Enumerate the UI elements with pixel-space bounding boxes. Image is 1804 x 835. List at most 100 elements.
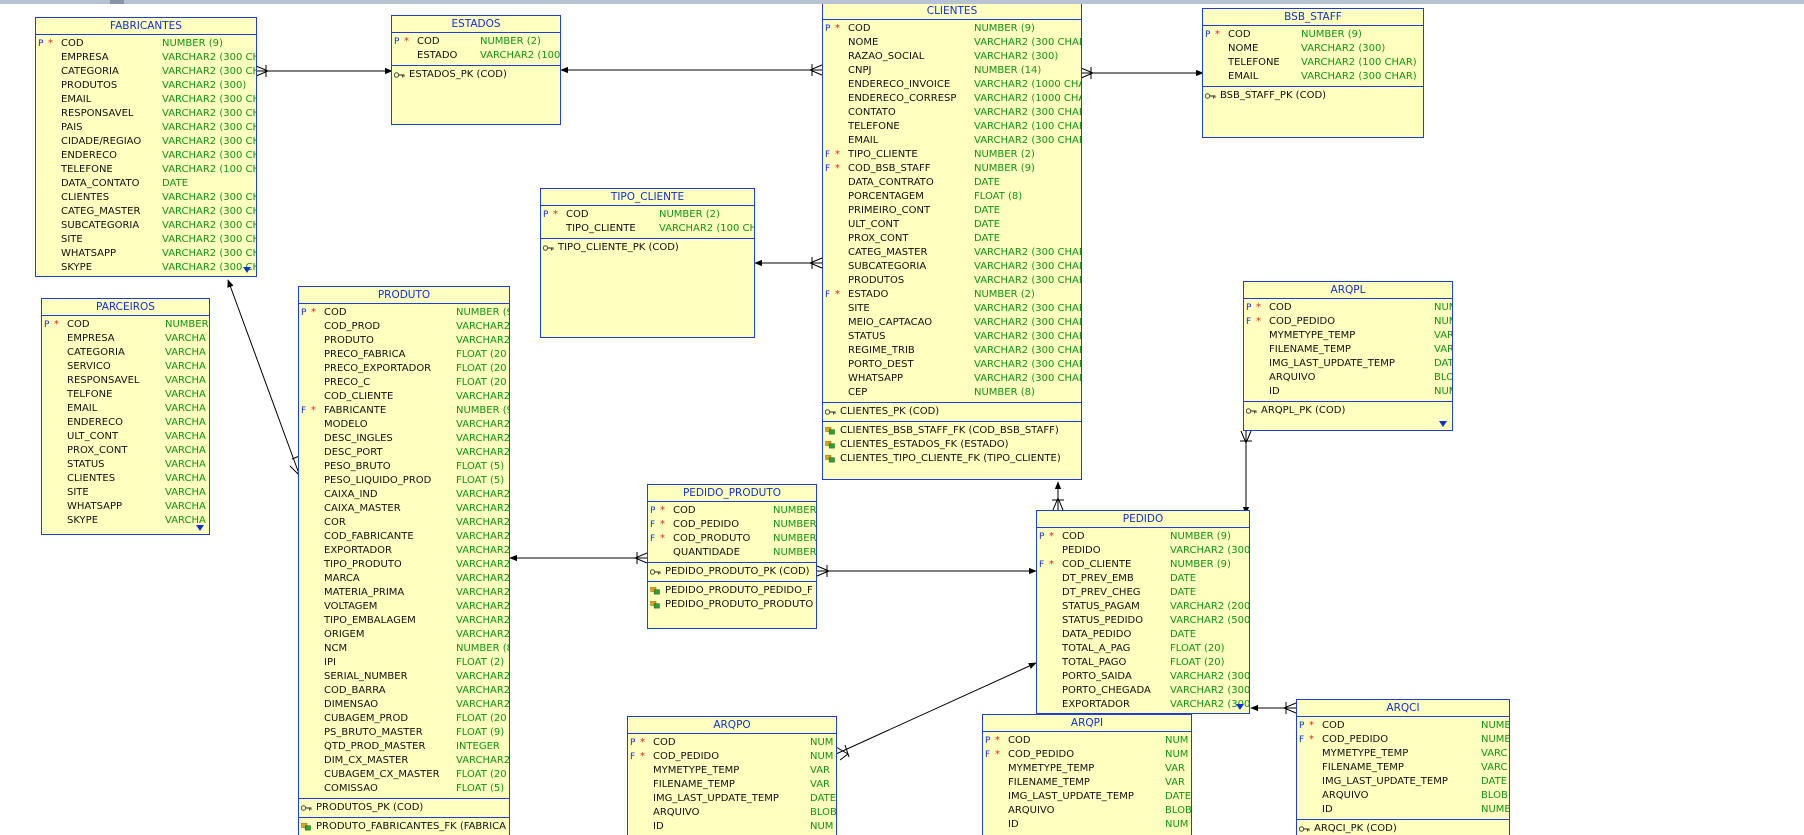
table-title[interactable]: ARQPI	[983, 715, 1191, 732]
column-row[interactable]: COD_BARRA VARCHAR2	[299, 684, 509, 698]
column-row[interactable]: DT_PREV_CHEG DATE	[1037, 586, 1249, 600]
table-title[interactable]: TIPO_CLIENTE	[541, 189, 754, 206]
table-estados[interactable]: ESTADOS P * COD NUMBER (2) ESTADO VARCHAR2 (10…	[391, 15, 561, 125]
column-row[interactable]: CATEGORIA VARCHA	[42, 346, 209, 360]
column-row[interactable]: PRECO_C FLOAT (20	[299, 376, 509, 390]
column-row[interactable]: COD_CLIENTE VARCHAR2	[299, 390, 509, 404]
column-row[interactable]: PROX_CONT DATE	[823, 232, 1081, 246]
column-row[interactable]: P * COD NUM	[983, 734, 1191, 748]
column-row[interactable]: TOTAL_A_PAG FLOAT (20)	[1037, 642, 1249, 656]
column-row[interactable]: IMG_LAST_UPDATE_TEMP DATE	[983, 790, 1191, 804]
table-parceiros[interactable]: PARCEIROS P * COD NUMBER EMPRESA VARCHA CATEGOR…	[41, 298, 210, 535]
column-row[interactable]: IMG_LAST_UPDATE_TEMP DATE	[1244, 357, 1452, 371]
column-row[interactable]: F * COD_PEDIDO NUM	[983, 748, 1191, 762]
column-row[interactable]: ULT_CONT VARCHA	[42, 430, 209, 444]
column-row[interactable]: QUANTIDADE NUMBER	[648, 546, 816, 560]
column-row[interactable]: STATUS_PEDIDO VARCHAR2 (500	[1037, 614, 1249, 628]
table-title[interactable]: PRODUTO	[299, 287, 509, 304]
column-row[interactable]: CONTATO VARCHAR2 (300 CHAR	[823, 106, 1081, 120]
column-row[interactable]: SKYPE VARCHA	[42, 514, 209, 528]
column-row[interactable]: CATEG_MASTER VARCHAR2 (300 CHAR	[823, 246, 1081, 260]
table-fabricantes[interactable]: FABRICANTES P * COD NUMBER (9) EMPRESA VARCHAR…	[35, 17, 257, 277]
column-row[interactable]: PESO_LIQUIDO_PROD FLOAT (5)	[299, 474, 509, 488]
column-row[interactable]: RESPONSAVEL VARCHA	[42, 374, 209, 388]
column-row[interactable]: TELEFONE VARCHAR2 (100 CHAR)	[1203, 56, 1423, 70]
column-row[interactable]: SKYPE VARCHAR2 (300 CH	[36, 261, 256, 275]
column-row[interactable]: VOLTAGEM VARCHAR2	[299, 600, 509, 614]
column-row[interactable]: COD_FABRICANTE VARCHAR2	[299, 530, 509, 544]
column-row[interactable]: ENDERECO_CORRESP VARCHAR2 (1000 CHA	[823, 92, 1081, 106]
column-row[interactable]: F * COD_CLIENTE NUMBER (9)	[1037, 558, 1249, 572]
column-row[interactable]: P * COD NUMB	[1297, 719, 1509, 733]
primary-key-row[interactable]: PRODUTOS_PK (COD)	[299, 801, 509, 815]
table-produto[interactable]: PRODUTO P * COD NUMBER (9 COD_PROD VARCHAR2 PRO…	[298, 286, 510, 835]
column-row[interactable]: WHATSAPP VARCHAR2 (300 CH	[36, 247, 256, 261]
column-row[interactable]: EMAIL VARCHA	[42, 402, 209, 416]
column-row[interactable]: CUBAGEM_PROD FLOAT (20	[299, 712, 509, 726]
scroll-down-icon[interactable]	[1439, 421, 1447, 427]
foreign-key-row[interactable]: PRODUTO_FABRICANTES_FK (FABRICA	[299, 820, 509, 834]
scroll-down-icon[interactable]	[196, 525, 204, 531]
column-row[interactable]: DIMENSAO VARCHAR2	[299, 698, 509, 712]
rel-produto-fabricantes[interactable]	[227, 279, 299, 472]
column-row[interactable]: ID NUM	[983, 818, 1191, 832]
primary-key-row[interactable]: ARQPL_PK (COD)	[1244, 404, 1452, 418]
column-row[interactable]: F * COD_PRODUTO NUMBER	[648, 532, 816, 546]
column-row[interactable]: CLIENTES VARCHAR2 (300 CH	[36, 191, 256, 205]
column-row[interactable]: COMISSAO FLOAT (5)	[299, 782, 509, 796]
column-row[interactable]: SITE VARCHAR2 (300 CH	[36, 233, 256, 247]
column-row[interactable]: SUBCATEGORIA VARCHAR2 (300 CH	[36, 219, 256, 233]
column-row[interactable]: NCM NUMBER (8	[299, 642, 509, 656]
column-row[interactable]: P * COD NUMBER	[648, 504, 816, 518]
column-row[interactable]: CATEG_MASTER VARCHAR2 (300 CH	[36, 205, 256, 219]
column-row[interactable]: STATUS VARCHA	[42, 458, 209, 472]
column-row[interactable]: F * COD_PEDIDO NUMB	[1297, 733, 1509, 747]
column-row[interactable]: ARQUIVO BLOB	[1244, 371, 1452, 385]
foreign-key-row[interactable]: CLIENTES_BSB_STAFF_FK (COD_BSB_STAFF)	[823, 424, 1081, 438]
column-row[interactable]: ENDERECO VARCHAR2 (300 CH	[36, 149, 256, 163]
column-row[interactable]: SITE VARCHAR2 (300 CHAR	[823, 302, 1081, 316]
column-row[interactable]: PORTO_SAIDA VARCHAR2 (300	[1037, 670, 1249, 684]
column-row[interactable]: CLIENTES VARCHA	[42, 472, 209, 486]
column-row[interactable]: DATA_CONTRATO DATE	[823, 176, 1081, 190]
column-row[interactable]: SUBCATEGORIA VARCHAR2 (300 CHAR	[823, 260, 1081, 274]
column-row[interactable]: ARQUIVO BLOB	[628, 806, 836, 820]
column-row[interactable]: IMG_LAST_UPDATE_TEMP DATE	[1297, 775, 1509, 789]
column-row[interactable]: FILENAME_TEMP VARC	[1297, 761, 1509, 775]
column-row[interactable]: ULT_CONT DATE	[823, 218, 1081, 232]
column-row[interactable]: QTD_PROD_MASTER INTEGER	[299, 740, 509, 754]
column-row[interactable]: F * TIPO_CLIENTE NUMBER (2)	[823, 148, 1081, 162]
column-row[interactable]: PRODUTOS VARCHAR2 (300 CHAR	[823, 274, 1081, 288]
column-row[interactable]: CNPJ NUMBER (14)	[823, 64, 1081, 78]
column-row[interactable]: MYMETYPE_TEMP VAR	[983, 762, 1191, 776]
column-row[interactable]: PROX_CONT VARCHA	[42, 444, 209, 458]
column-row[interactable]: SERIAL_NUMBER VARCHAR2	[299, 670, 509, 684]
column-row[interactable]: CAIXA_MASTER VARCHAR2	[299, 502, 509, 516]
column-row[interactable]: TIPO_CLIENTE VARCHAR2 (100 CH	[541, 222, 754, 236]
table-title[interactable]: PARCEIROS	[42, 299, 209, 316]
column-row[interactable]: MODELO VARCHAR2	[299, 418, 509, 432]
column-row[interactable]: TELEFONE VARCHAR2 (100 CHAR	[823, 120, 1081, 134]
column-row[interactable]: ARQUIVO BLOB	[1297, 789, 1509, 803]
column-row[interactable]: NOME VARCHAR2 (300)	[1203, 42, 1423, 56]
primary-key-row[interactable]: ESTADOS_PK (COD)	[392, 68, 560, 82]
column-row[interactable]: TOTAL_PAGO FLOAT (20)	[1037, 656, 1249, 670]
column-row[interactable]: F * COD_PEDIDO NUM	[1244, 315, 1452, 329]
table-title[interactable]: CLIENTES	[823, 4, 1081, 20]
column-row[interactable]: RAZAO_SOCIAL VARCHAR2 (300)	[823, 50, 1081, 64]
diagram-canvas[interactable]: FABRICANTES P * COD NUMBER (9) EMPRESA VARCHAR…	[0, 4, 1804, 835]
table-tipo-cliente[interactable]: TIPO_CLIENTE P * COD NUMBER (2) TIPO_CLIENTE V…	[540, 188, 755, 338]
column-row[interactable]: ID NUM	[628, 820, 836, 834]
table-arqpl[interactable]: ARQPL P * COD NUM F * COD_PEDIDO NUM MYMETYPE_TEM…	[1243, 281, 1453, 431]
column-row[interactable]: WHATSAPP VARCHAR2 (300 CHAR	[823, 372, 1081, 386]
primary-key-row[interactable]: ARQCI_PK (COD)	[1297, 822, 1509, 835]
column-row[interactable]: WHATSAPP VARCHA	[42, 500, 209, 514]
column-row[interactable]: EMAIL VARCHAR2 (300 CHAR	[823, 134, 1081, 148]
column-row[interactable]: EXPORTADOR VARCHAR2	[299, 544, 509, 558]
column-row[interactable]: PRODUTO VARCHAR2	[299, 334, 509, 348]
column-row[interactable]: P * COD NUMBER (2)	[541, 208, 754, 222]
column-row[interactable]: NOME VARCHAR2 (300 CHAR	[823, 36, 1081, 50]
column-row[interactable]: IPI FLOAT (2)	[299, 656, 509, 670]
foreign-key-row[interactable]: CLIENTES_TIPO_CLIENTE_FK (TIPO_CLIENTE)	[823, 452, 1081, 466]
column-row[interactable]: MYMETYPE_TEMP VARC	[1297, 747, 1509, 761]
